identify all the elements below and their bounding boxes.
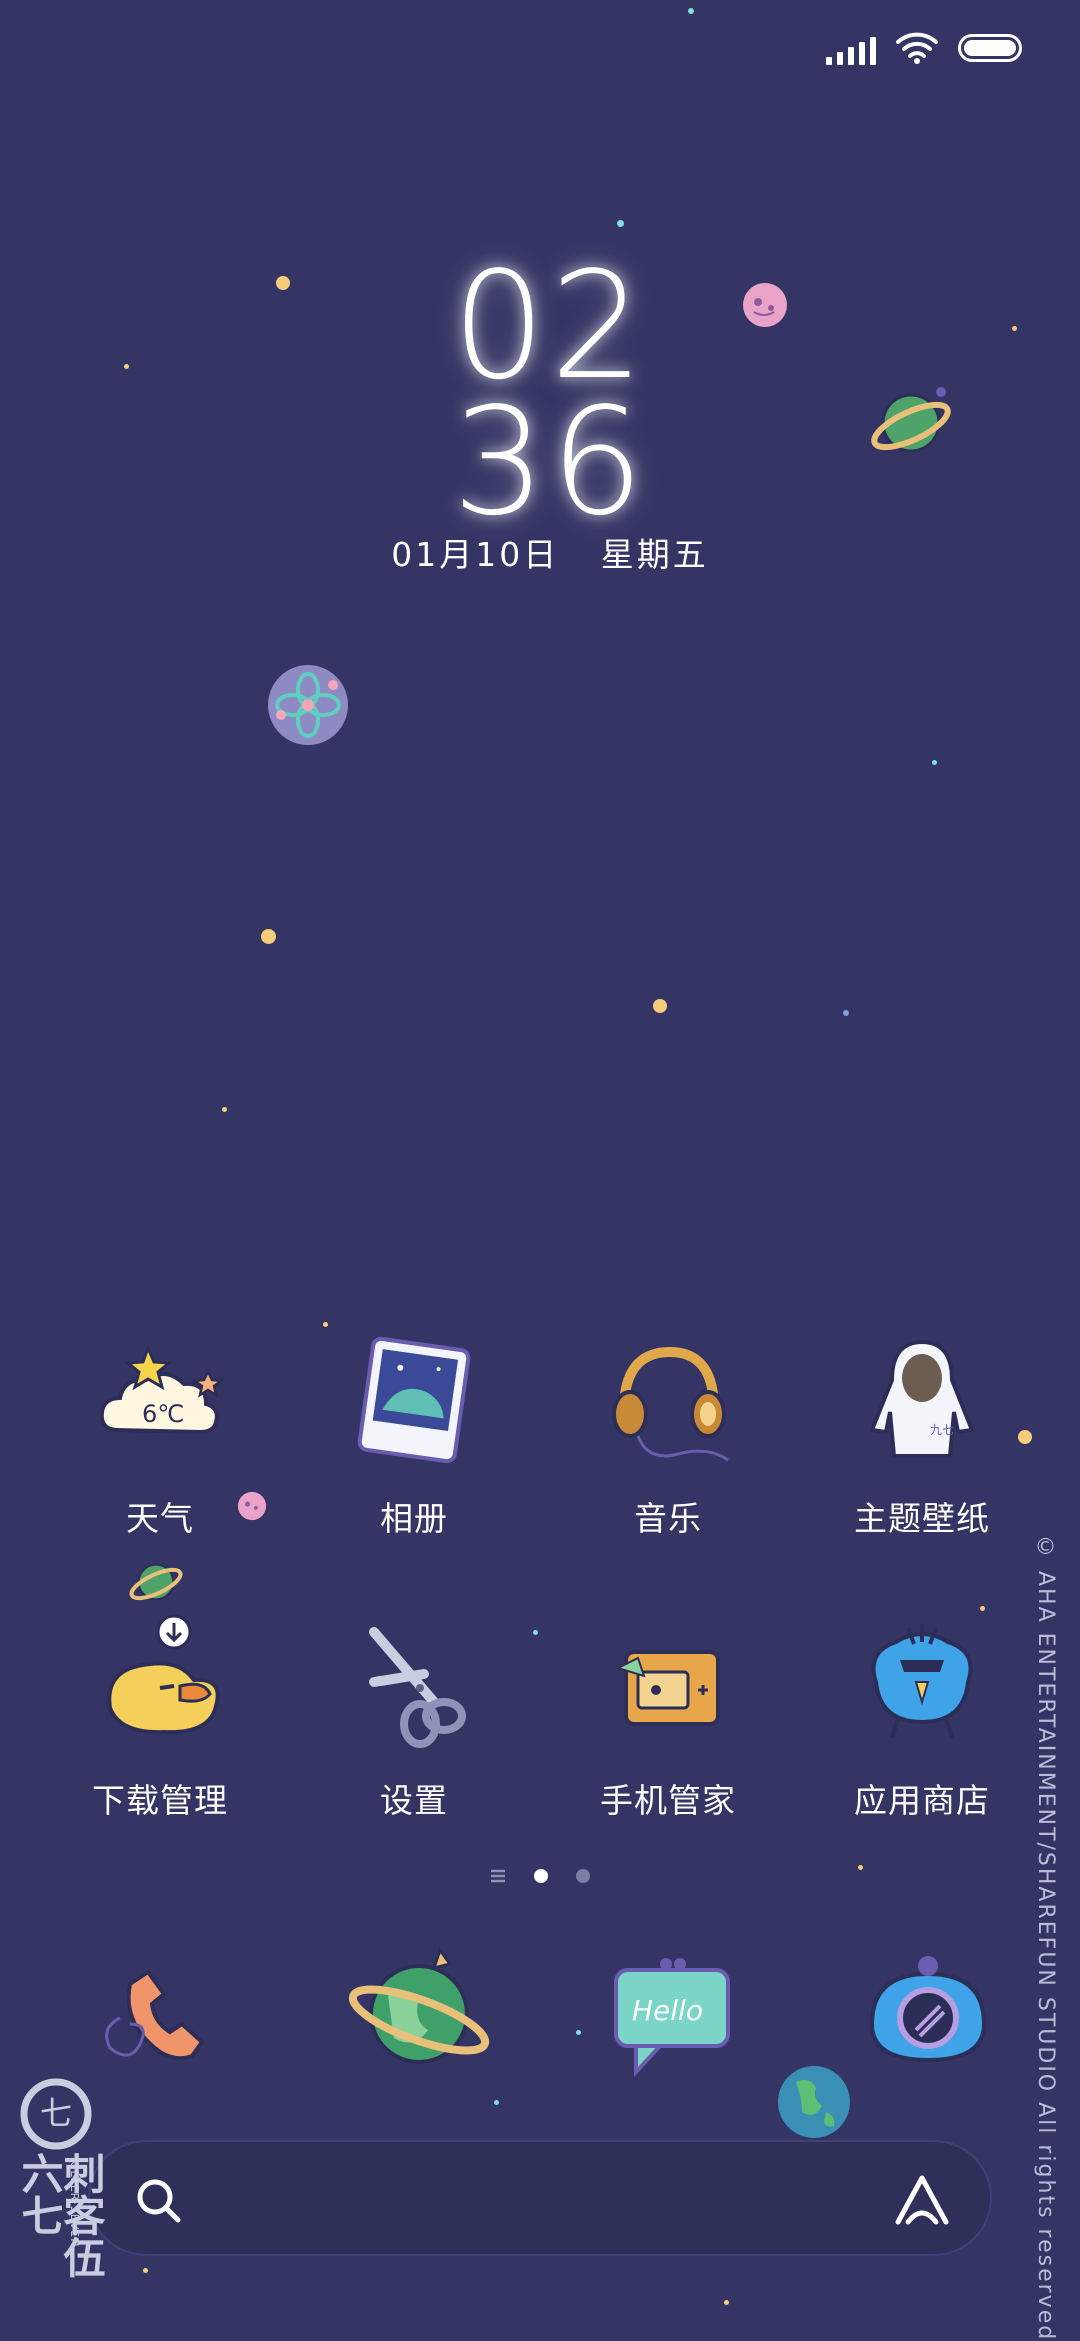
copyright-text: © AHA ENTERTAINMENT/SHAREFUN STUDIO All … <box>1033 1535 1058 2341</box>
blue-bird-store-icon <box>852 1612 992 1752</box>
planet-browser-icon <box>348 1946 490 2064</box>
app-label: 音乐 <box>634 1499 702 1538</box>
logo-text: 刺客伍六七 <box>15 2152 106 2278</box>
search-icon[interactable] <box>134 2176 184 2226</box>
page-indicator[interactable] <box>490 1868 590 1884</box>
star-dot <box>653 999 667 1013</box>
star-dot <box>980 1606 985 1611</box>
page-dot[interactable] <box>576 1869 590 1883</box>
hoodie-theme-icon: 九七 <box>852 1330 992 1470</box>
svg-text:Hello: Hello <box>632 1994 703 2027</box>
star-dot <box>617 220 624 227</box>
weather-cloud-icon: 6℃ <box>90 1330 230 1470</box>
app-themes[interactable]: 九七 主题壁纸 <box>822 1330 1022 1540</box>
star-dot <box>858 1865 863 1870</box>
scissors-settings-icon <box>344 1612 484 1752</box>
star-dot <box>576 2030 581 2035</box>
app-music[interactable]: 音乐 <box>568 1330 768 1540</box>
phone-handset-icon <box>105 1969 205 2061</box>
headphones-icon <box>598 1330 738 1470</box>
green-earth-icon <box>778 2066 850 2138</box>
dock-camera[interactable] <box>858 1944 998 2084</box>
star-dot <box>843 1010 849 1016</box>
clock-minute[interactable]: 36 <box>0 388 1080 536</box>
star-dot <box>261 929 276 944</box>
star-dot <box>222 1107 227 1112</box>
date-weekday: 星期五 <box>600 535 709 574</box>
app-label: 主题壁纸 <box>854 1499 990 1538</box>
app-settings[interactable]: 设置 <box>314 1612 514 1822</box>
svg-text:七: 七 <box>40 2094 72 2132</box>
date-line[interactable]: 01月10日 星期五 <box>0 528 1080 576</box>
star-dot <box>143 2268 148 2273</box>
wifi-icon <box>896 32 938 64</box>
app-store[interactable]: 应用商店 <box>822 1612 1022 1822</box>
status-bar <box>826 28 1022 68</box>
page-dot-active[interactable] <box>534 1869 548 1883</box>
star-dot <box>323 1322 328 1327</box>
battery-icon <box>958 34 1022 62</box>
app-label: 相册 <box>380 1499 448 1538</box>
safe-box-icon <box>598 1612 738 1752</box>
killer-seven-logo: 七 刺客伍六七 KILLER·SEVEN <box>15 2076 106 2316</box>
duck-download-icon <box>90 1612 230 1752</box>
svg-text:6℃: 6℃ <box>142 1400 184 1428</box>
dock-messages[interactable]: Hello <box>606 1950 746 2090</box>
photo-album-icon <box>344 1330 484 1470</box>
app-label: 应用商店 <box>854 1781 990 1820</box>
star-dot <box>932 760 937 765</box>
app-label: 设置 <box>380 1781 448 1820</box>
ringed-planet-icon <box>129 1563 183 1601</box>
search-bar[interactable] <box>88 2140 992 2256</box>
app-downloads[interactable]: 下载管理 <box>60 1612 260 1822</box>
hello-message-icon: Hello <box>614 1958 730 2078</box>
svg-text:九七: 九七 <box>930 1423 954 1437</box>
star-dot <box>494 2100 499 2105</box>
app-album[interactable]: 相册 <box>314 1330 514 1540</box>
star-dot <box>688 8 694 14</box>
goggles-camera-icon <box>869 1956 987 2063</box>
app-phone-manager[interactable]: 手机管家 <box>568 1612 768 1822</box>
assistant-logo-icon[interactable] <box>892 2172 952 2228</box>
date-day: 01月10日 <box>391 535 560 574</box>
logo-subtext: KILLER·SEVEN <box>68 2158 81 2248</box>
signal-bars-icon <box>826 31 876 65</box>
menu-lines-icon[interactable] <box>490 1868 506 1884</box>
star-dot <box>533 1630 538 1635</box>
app-label: 下载管理 <box>92 1781 228 1820</box>
dock-phone[interactable] <box>90 1944 230 2084</box>
app-label: 天气 <box>126 1499 194 1538</box>
dock-browser[interactable] <box>344 1936 494 2086</box>
star-dot <box>724 2300 729 2305</box>
flower-planet-icon <box>268 665 348 745</box>
app-label: 手机管家 <box>600 1781 736 1820</box>
app-weather[interactable]: 6℃ 天气 <box>60 1330 260 1540</box>
